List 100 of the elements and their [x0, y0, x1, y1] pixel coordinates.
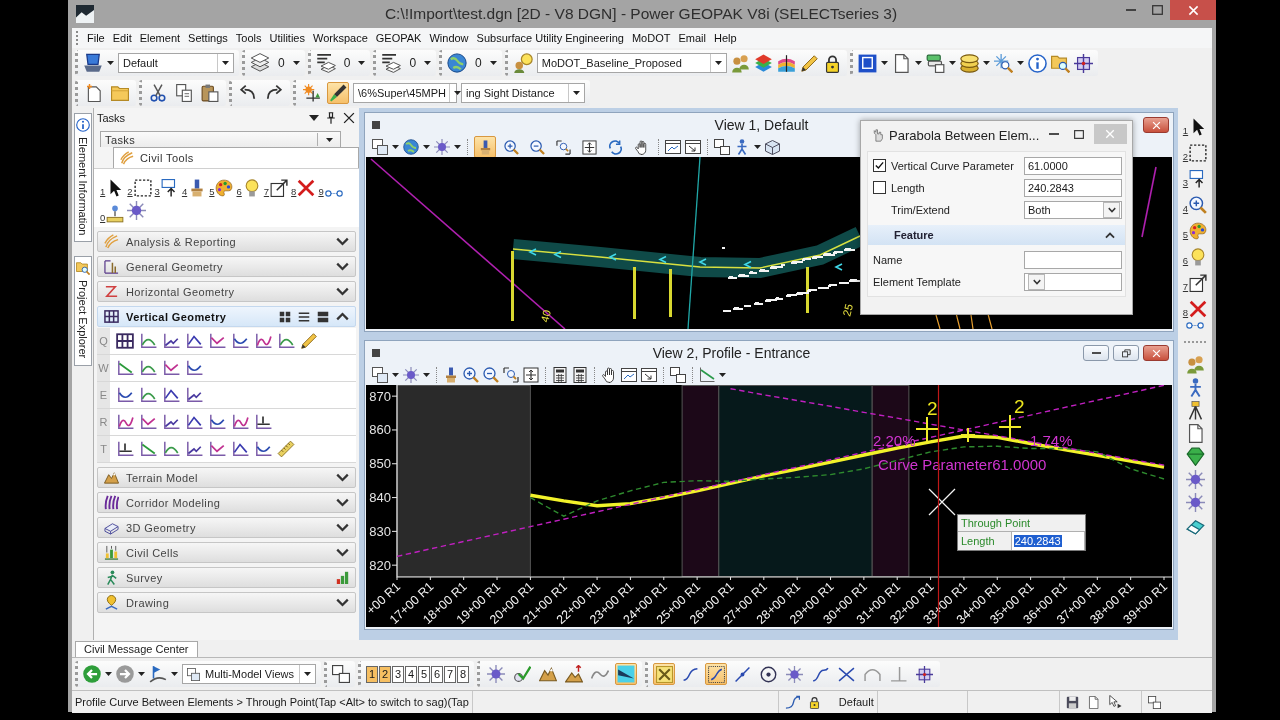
line-graph-icon[interactable] [185, 386, 203, 404]
caret-icon[interactable] [424, 61, 432, 65]
tool-button[interactable]: 5 [1182, 218, 1208, 240]
section-header[interactable]: Analysis & Reporting [97, 231, 356, 252]
curve-graph-icon[interactable] [139, 332, 157, 350]
line-graph-icon[interactable] [162, 332, 180, 350]
side-tab[interactable]: Element Information [73, 113, 92, 243]
striped-terrain-icon[interactable] [776, 53, 796, 73]
tool-button[interactable] [173, 82, 195, 104]
line-graph-icon[interactable] [162, 359, 180, 377]
document-icon[interactable] [1086, 695, 1100, 709]
close-button[interactable] [1143, 117, 1169, 133]
padlock-icon[interactable] [807, 695, 821, 709]
line-graph-icon[interactable] [254, 413, 272, 431]
globe-icon[interactable] [403, 139, 419, 155]
caret-icon[interactable] [982, 61, 990, 65]
four-squares-icon[interactable] [279, 310, 291, 323]
chevron-down-icon[interactable] [336, 473, 349, 482]
chevron-up-icon[interactable] [336, 312, 349, 321]
folder-magnifier-icon[interactable] [1050, 53, 1070, 73]
tool-button[interactable] [301, 82, 323, 104]
line-graph-icon[interactable] [208, 440, 226, 458]
menu-item[interactable]: GEOPAK [371, 32, 426, 44]
curve-graph-icon[interactable] [231, 332, 249, 350]
view-number-button[interactable]: 1 [366, 665, 378, 683]
sparkle-magnifier-icon[interactable] [993, 53, 1013, 73]
snap-button[interactable] [783, 663, 805, 685]
sunburst-icon[interactable] [434, 139, 450, 155]
dotted-link-icon[interactable] [1186, 322, 1204, 329]
section-header[interactable]: Corridor Modeling [97, 492, 356, 513]
menu-item[interactable]: Settings [184, 32, 232, 44]
laptop-icon[interactable] [83, 53, 103, 73]
sunburst-icon[interactable] [403, 367, 419, 383]
sunburst-icon[interactable] [127, 201, 147, 220]
stacked-sheets-icon[interactable] [250, 53, 270, 73]
gem-icon[interactable] [1185, 447, 1205, 466]
info-icon[interactable] [1027, 53, 1047, 73]
tool-button[interactable]: 2 [127, 175, 152, 197]
caret-icon[interactable] [171, 672, 178, 676]
menu-item[interactable]: Email [674, 32, 710, 44]
curve-graph-icon[interactable] [208, 413, 226, 431]
window-pane-icon[interactable] [665, 139, 681, 155]
civil-tools-tab[interactable]: Civil Tools [113, 147, 359, 168]
bar-chart-icon[interactable] [336, 571, 349, 584]
caret-icon[interactable] [392, 145, 399, 149]
sunburst-icon[interactable] [1185, 470, 1205, 489]
view-number-button[interactable]: 7 [444, 665, 456, 683]
caret-icon[interactable] [754, 145, 761, 149]
curve-graph-icon[interactable] [116, 386, 134, 404]
caret-icon[interactable] [454, 91, 462, 95]
colored-layers-icon[interactable] [753, 53, 773, 73]
line-graph-icon[interactable] [185, 440, 203, 458]
caret-icon[interactable] [719, 373, 726, 377]
line-graph-icon[interactable] [185, 413, 203, 431]
globe-icon[interactable] [447, 53, 468, 73]
close-button[interactable] [1170, 0, 1216, 20]
stacked-discs-icon[interactable] [959, 53, 979, 73]
snap-button[interactable] [913, 663, 935, 685]
tool-button[interactable]: 3 [1182, 166, 1208, 188]
menu-item[interactable]: Tools [231, 32, 266, 44]
menu-item[interactable]: Utilities [265, 32, 309, 44]
tool-button[interactable]: 8 [1182, 296, 1208, 318]
cursor-arrow-icon[interactable] [1107, 695, 1122, 709]
view-number-button[interactable]: 6 [431, 665, 443, 683]
flag-and-curve-icon[interactable] [149, 665, 167, 683]
caret-icon[interactable] [309, 114, 319, 121]
tool-button[interactable]: 8 [291, 175, 316, 197]
close-button[interactable] [1143, 345, 1169, 361]
zoom-out-icon[interactable] [483, 367, 499, 383]
tool-button[interactable]: 5 [209, 175, 234, 197]
two-bars-icon[interactable] [317, 310, 329, 323]
zoom-in-icon[interactable] [463, 367, 479, 383]
caret-icon[interactable] [292, 61, 300, 65]
template-dropdown[interactable]: MoDOT_Baseline_Proposed [536, 53, 727, 73]
curve-graph-icon[interactable] [277, 332, 295, 350]
caret-icon[interactable] [423, 373, 430, 377]
caret-icon[interactable] [1016, 61, 1024, 65]
view-number-button[interactable]: 4 [405, 665, 417, 683]
curve-graph-icon[interactable] [139, 386, 157, 404]
curve-graph-icon[interactable] [116, 413, 134, 431]
cube-icon[interactable] [765, 139, 780, 155]
split-windows-icon[interactable] [714, 139, 730, 155]
view-number-button[interactable]: 2 [379, 665, 391, 683]
section-header[interactable]: Terrain Model [97, 467, 356, 488]
tool-button[interactable] [485, 663, 507, 685]
tool-button[interactable]: 7 [1182, 270, 1208, 292]
checkbox[interactable] [873, 159, 886, 172]
caret-icon[interactable] [105, 672, 112, 676]
caret-icon[interactable] [138, 672, 145, 676]
input-field[interactable]: 61.0000 [1024, 156, 1122, 175]
tool-button[interactable]: 1 [1182, 114, 1208, 136]
chevron-down-icon[interactable] [336, 237, 349, 246]
input-field[interactable]: 240.2843 [1024, 178, 1122, 197]
menu-item[interactable]: Workspace [308, 32, 372, 44]
caret-icon[interactable] [880, 61, 888, 65]
tool-button[interactable]: 6 [1182, 244, 1208, 266]
split-windows-icon[interactable] [1147, 695, 1161, 709]
tool-button[interactable]: 9 [318, 175, 343, 197]
section-header[interactable]: Vertical Geometry [97, 306, 356, 327]
minimize-button[interactable] [1083, 345, 1109, 361]
